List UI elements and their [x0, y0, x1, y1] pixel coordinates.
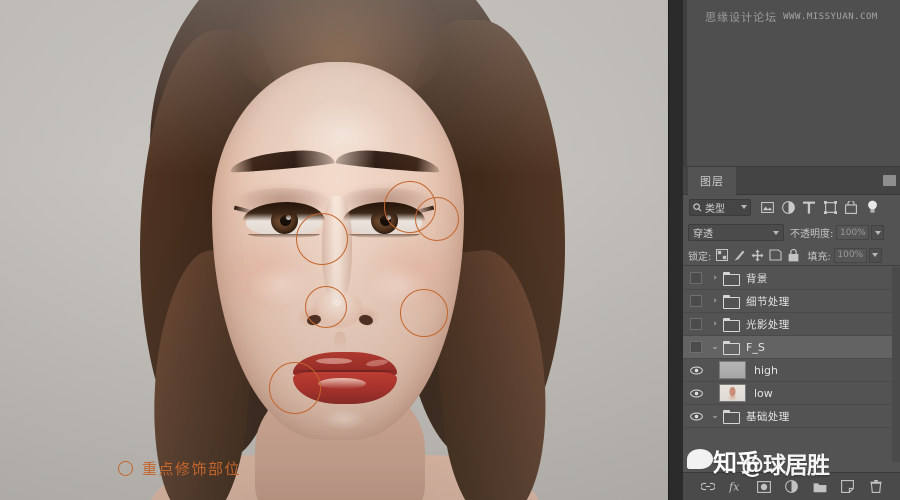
- layer-filter-kind-select[interactable]: 类型: [689, 198, 751, 216]
- chevron-right-icon[interactable]: ›: [709, 273, 721, 283]
- type-layer-filter-icon[interactable]: [801, 199, 817, 215]
- panel-menu-icon[interactable]: [883, 175, 896, 186]
- tab-layers-label: 图层: [700, 175, 724, 188]
- annotation-circle-left-nose-side: [305, 286, 347, 328]
- layer-visibility-eye-icon[interactable]: [683, 359, 709, 382]
- opacity-label: 不透明度:: [790, 229, 834, 240]
- panel-rail: [683, 0, 687, 167]
- layer-group-folder-icon: [723, 341, 740, 355]
- blend-mode-value: 穿透: [693, 229, 713, 240]
- layer-row[interactable]: high: [683, 359, 900, 382]
- new-layer-icon[interactable]: [840, 479, 855, 494]
- layer-group-folder-icon: [723, 318, 740, 332]
- layer-name: low: [754, 386, 773, 400]
- top-watermark: 思缘设计论坛 WWW.MISSYUAN.COM: [683, 9, 900, 25]
- fill-chevron-glyph: [872, 253, 879, 257]
- link-layers-icon[interactable]: [700, 479, 715, 494]
- lock-artboard-nesting-icon[interactable]: [768, 248, 783, 263]
- watermark-url: WWW.MISSYUAN.COM: [783, 12, 878, 22]
- layer-group-folder-icon: [723, 410, 740, 424]
- layer-list-scrollbar-track[interactable]: [892, 267, 900, 462]
- layer-style-fx-icon[interactable]: fx: [728, 479, 743, 494]
- layer-visibility-eye-icon[interactable]: [683, 382, 709, 405]
- svg-text:fx: fx: [729, 481, 740, 494]
- layers-panel: 思缘设计论坛 WWW.MISSYUAN.COM 图层 类型 穿透 不透明度: 1…: [683, 0, 900, 500]
- blend-mode-select[interactable]: 穿透: [688, 224, 784, 241]
- annotation-circle-chin-left: [269, 362, 321, 414]
- lock-all-icon[interactable]: [786, 248, 801, 263]
- new-adjustment-layer-icon[interactable]: [784, 479, 799, 494]
- shape-layer-filter-icon[interactable]: [822, 199, 838, 215]
- fill-value[interactable]: 100%: [833, 247, 867, 263]
- layer-name: 细节处理: [746, 295, 790, 308]
- photoshop-window: 重点修饰部位 思缘设计论坛 WWW.MISSYUAN.COM 图层 类型 穿透 …: [0, 0, 900, 500]
- panel-tab-bar: 图层: [683, 167, 900, 195]
- search-icon: [693, 202, 702, 211]
- panel-upper-empty-area: [683, 0, 900, 167]
- layer-list[interactable]: › 背景 › 细节处理 › 光影处理 ⌄ F_Shigh low ⌄ 基础处理: [683, 267, 900, 462]
- chevron-down-icon[interactable]: ⌄: [709, 411, 721, 421]
- layers-panel-toolbar: fx: [683, 472, 900, 500]
- annotation-marker-icon: [118, 461, 133, 476]
- annotation-legend-text: 重点修饰部位: [142, 460, 242, 478]
- opacity-value[interactable]: 100%: [836, 225, 870, 240]
- image-canvas[interactable]: 重点修饰部位: [0, 0, 668, 500]
- layer-visibility-off-box[interactable]: [683, 290, 709, 313]
- new-group-icon[interactable]: [812, 479, 827, 494]
- tab-layers[interactable]: 图层: [688, 167, 736, 195]
- chevron-right-icon[interactable]: ›: [709, 296, 721, 306]
- layer-name: 基础处理: [746, 410, 790, 423]
- opacity-chevron-glyph: [874, 230, 881, 235]
- lock-position-icon[interactable]: [750, 248, 765, 263]
- layer-name: high: [754, 363, 778, 377]
- chevron-down-icon[interactable]: ⌄: [709, 342, 721, 352]
- canvas-scrollbar-track[interactable]: [672, 0, 679, 500]
- annotation-circle-left-under-eye: [296, 213, 348, 265]
- layer-row[interactable]: › 背景: [683, 267, 900, 290]
- pixel-layer-filter-icon[interactable]: [759, 199, 775, 215]
- layer-filter-kind-label: 类型: [705, 203, 725, 215]
- filter-toggle-icon[interactable]: [864, 199, 880, 215]
- add-layer-mask-icon[interactable]: [756, 479, 771, 494]
- layer-name: F_S: [746, 340, 765, 354]
- layer-name: 光影处理: [746, 318, 790, 331]
- layer-filter-row: 类型: [683, 195, 900, 219]
- smart-object-filter-icon[interactable]: [843, 199, 859, 215]
- annotation-circle-right-nose-side: [400, 289, 448, 337]
- layer-visibility-off-box[interactable]: [683, 336, 709, 359]
- chevron-down-icon[interactable]: [741, 205, 747, 209]
- layer-group-folder-icon: [723, 272, 740, 286]
- layer-visibility-off-box[interactable]: [683, 267, 709, 290]
- fill-label: 填充:: [807, 251, 831, 263]
- layer-group-folder-icon: [723, 295, 740, 309]
- layer-visibility-eye-icon[interactable]: [683, 405, 709, 428]
- adjustment-layer-filter-icon[interactable]: [780, 199, 796, 215]
- watermark-forum-name: 思缘设计论坛: [705, 11, 778, 24]
- layer-row[interactable]: low: [683, 382, 900, 405]
- delete-layer-icon[interactable]: [868, 479, 883, 494]
- layer-row[interactable]: › 光影处理: [683, 313, 900, 336]
- opacity-chevron-icon[interactable]: [871, 225, 885, 240]
- lock-image-pixels-icon[interactable]: [732, 248, 747, 263]
- layer-thumbnail[interactable]: [719, 384, 746, 402]
- layer-visibility-off-box[interactable]: [683, 313, 709, 336]
- annotation-legend: 重点修饰部位: [118, 458, 241, 479]
- layer-row[interactable]: ⌄ 基础处理: [683, 405, 900, 428]
- lock-row: 锁定: 填充: 100%: [683, 245, 900, 266]
- fill-chevron-icon[interactable]: [868, 247, 882, 263]
- blend-mode-chevron-icon[interactable]: [773, 230, 779, 235]
- lock-label: 锁定:: [688, 251, 712, 263]
- layer-thumbnail[interactable]: [719, 361, 746, 379]
- annotation-circle-right-eye-inner: [415, 197, 459, 241]
- chevron-right-icon[interactable]: ›: [709, 319, 721, 329]
- blend-mode-row: 穿透 不透明度: 100%: [683, 222, 900, 243]
- layer-row[interactable]: ⌄ F_S: [683, 336, 900, 359]
- layer-name: 背景: [746, 272, 768, 285]
- layer-row[interactable]: › 细节处理: [683, 290, 900, 313]
- lock-transparent-pixels-icon[interactable]: [714, 248, 729, 263]
